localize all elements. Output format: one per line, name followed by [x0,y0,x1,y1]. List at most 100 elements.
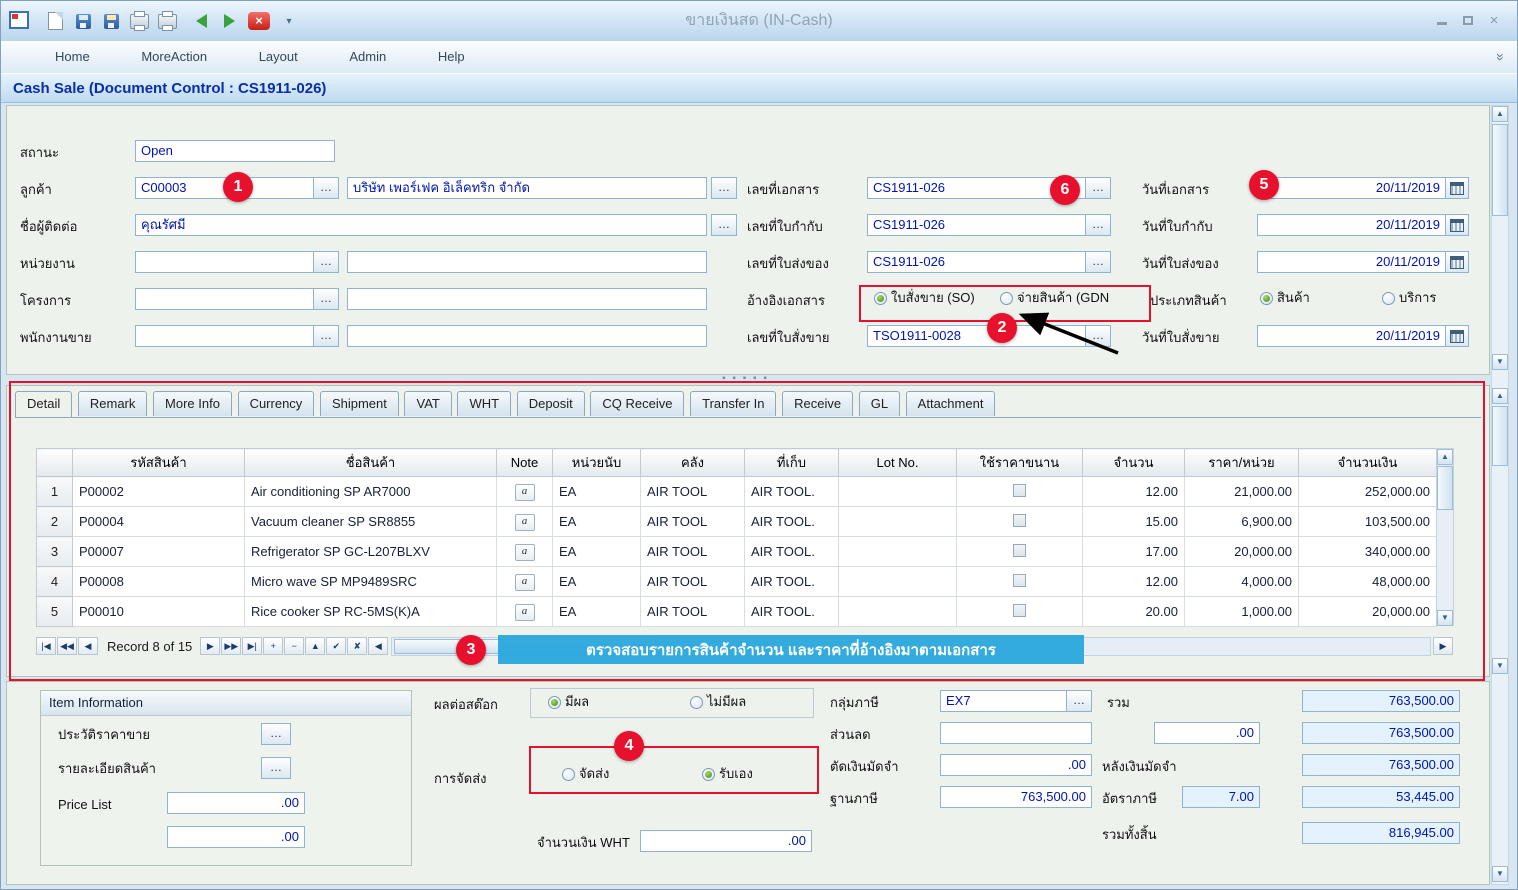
nav-next-page-button[interactable]: ▶▶ [221,637,241,655]
col-unit-price[interactable]: ราคา/หน่วย [1185,449,1299,477]
table-row[interactable]: 3 P00007 Refrigerator SP GC-L207BLXV a E… [37,537,1437,567]
contact-lookup-button[interactable]: … [711,214,737,236]
col-unit[interactable]: หน่วยนับ [553,449,641,477]
toolbar-overflow-icon[interactable]: ▾ [277,9,301,33]
col-qty[interactable]: จำนวน [1083,449,1185,477]
item-detail-button[interactable]: … [261,757,291,779]
nav-delete-button[interactable]: − [284,637,304,655]
panel-splitter[interactable]: ▪ ▪ ▪ ▪ ▪ [1,375,1490,385]
doc-date-calendar-icon[interactable] [1445,177,1469,199]
department-code-field[interactable] [135,251,314,273]
delivery-note-date-field[interactable]: 20/11/2019 [1257,251,1446,273]
new-document-icon[interactable] [43,9,67,33]
tab-attachment[interactable]: Attachment [906,391,996,416]
col-note[interactable]: Note [497,449,553,477]
tab-receive[interactable]: Receive [782,391,853,416]
doc-no-lookup-button[interactable]: … [1085,177,1111,199]
project-name-field[interactable] [347,288,707,310]
radio-stock-affect[interactable] [548,696,561,709]
delivery-note-date-calendar-icon[interactable] [1445,251,1469,273]
tax-group-lookup-button[interactable]: … [1066,690,1092,712]
tax-invoice-no-field[interactable]: CS1911-026 [867,214,1086,236]
doc-date-field[interactable]: 20/11/2019 [1257,177,1446,199]
forward-icon[interactable] [217,9,241,33]
note-button[interactable]: a [515,514,535,531]
nav-next-button[interactable]: ▶ [200,637,220,655]
salesperson-lookup-button[interactable]: … [313,325,339,347]
salesperson-code-field[interactable] [135,325,314,347]
radio-deliver[interactable] [562,768,575,781]
tab-detail[interactable]: Detail [15,391,72,417]
tab-cq-receive[interactable]: CQ Receive [590,391,684,416]
col-warehouse[interactable]: คลัง [641,449,745,477]
delivery-note-lookup-button[interactable]: … [1085,251,1111,273]
nav-cancel-button[interactable]: ✘ [347,637,367,655]
col-use-parallel-price[interactable]: ใช้ราคาขนาน [957,449,1083,477]
menu-home[interactable]: Home [31,41,114,73]
maximize-button[interactable] [1457,13,1479,29]
tab-deposit[interactable]: Deposit [517,391,585,416]
delivery-note-no-field[interactable]: CS1911-026 [867,251,1086,273]
tax-group-field[interactable]: EX7 [940,690,1067,712]
use-parallel-price-checkbox[interactable] [1013,484,1026,497]
sale-order-date-field[interactable]: 20/11/2019 [1257,325,1446,347]
table-row[interactable]: 2 P00004 Vacuum cleaner SP SR8855 a EA A… [37,507,1437,537]
status-field[interactable]: Open [135,140,335,162]
note-button[interactable]: a [515,574,535,591]
minimize-button[interactable] [1431,13,1453,29]
menu-help[interactable]: Help [414,41,489,73]
nav-confirm-button[interactable]: ✔ [326,637,346,655]
tax-invoice-date-field[interactable]: 20/11/2019 [1257,214,1446,236]
discount-amount-field[interactable]: .00 [1154,722,1260,744]
project-code-field[interactable] [135,288,314,310]
menu-layout[interactable]: Layout [235,41,322,73]
nav-prev-button[interactable]: ◀ [78,637,98,655]
save-as-icon[interactable] [99,9,123,33]
save-icon[interactable] [71,9,95,33]
sale-order-date-calendar-icon[interactable] [1445,325,1469,347]
sale-price-history-button[interactable]: … [261,723,291,745]
print-icon[interactable] [155,9,179,33]
department-lookup-button[interactable]: … [313,251,339,273]
col-location[interactable]: ที่เก็บ [745,449,839,477]
note-button[interactable]: a [515,604,535,621]
radio-type-service[interactable] [1382,292,1395,305]
radio-pickup[interactable] [702,768,715,781]
department-name-field[interactable] [347,251,707,273]
col-name[interactable]: ชื่อสินค้า [245,449,497,477]
project-lookup-button[interactable]: … [313,288,339,310]
radio-type-goods[interactable] [1260,292,1273,305]
close-document-icon[interactable]: × [247,9,271,33]
nav-edit-button[interactable]: ▲ [305,637,325,655]
price-list-field-2[interactable]: .00 [167,826,305,848]
col-code[interactable]: รหัสสินค้า [73,449,245,477]
use-parallel-price-checkbox[interactable] [1013,544,1026,557]
use-parallel-price-checkbox[interactable] [1013,604,1026,617]
salesperson-name-field[interactable] [347,325,707,347]
close-button[interactable]: × [1483,13,1505,29]
nav-last-button[interactable]: ▶| [242,637,262,655]
table-row[interactable]: 4 P00008 Micro wave SP MP9489SRC a EA AI… [37,567,1437,597]
menu-admin[interactable]: Admin [325,41,410,73]
price-list-field[interactable]: .00 [167,792,305,814]
tab-more-info[interactable]: More Info [153,391,232,416]
vertical-scrollbar[interactable]: ▲ ▼ ▲ ▼ ▼ [1491,105,1509,885]
note-button[interactable]: a [515,544,535,561]
contact-field[interactable]: คุณรัศมี [135,214,707,236]
customer-name-lookup-button[interactable]: … [711,177,737,199]
hscroll-right-arrow[interactable]: ▶ [1433,637,1453,655]
deposit-cut-field[interactable]: .00 [940,754,1092,776]
tax-invoice-date-calendar-icon[interactable] [1445,214,1469,236]
tab-shipment[interactable]: Shipment [320,391,399,416]
nav-prev-page-button[interactable]: ◀◀ [57,637,77,655]
menu-moreaction[interactable]: MoreAction [117,41,231,73]
customer-lookup-button[interactable]: … [313,177,339,199]
radio-stock-no-affect[interactable] [690,696,703,709]
tab-wht[interactable]: WHT [457,391,511,416]
print-preview-icon[interactable] [127,9,151,33]
col-amount[interactable]: จำนวนเงิน [1299,449,1437,477]
nav-first-button[interactable]: |◀ [36,637,56,655]
back-icon[interactable] [189,9,213,33]
tab-vat[interactable]: VAT [404,391,451,416]
tab-transfer-in[interactable]: Transfer In [690,391,776,416]
